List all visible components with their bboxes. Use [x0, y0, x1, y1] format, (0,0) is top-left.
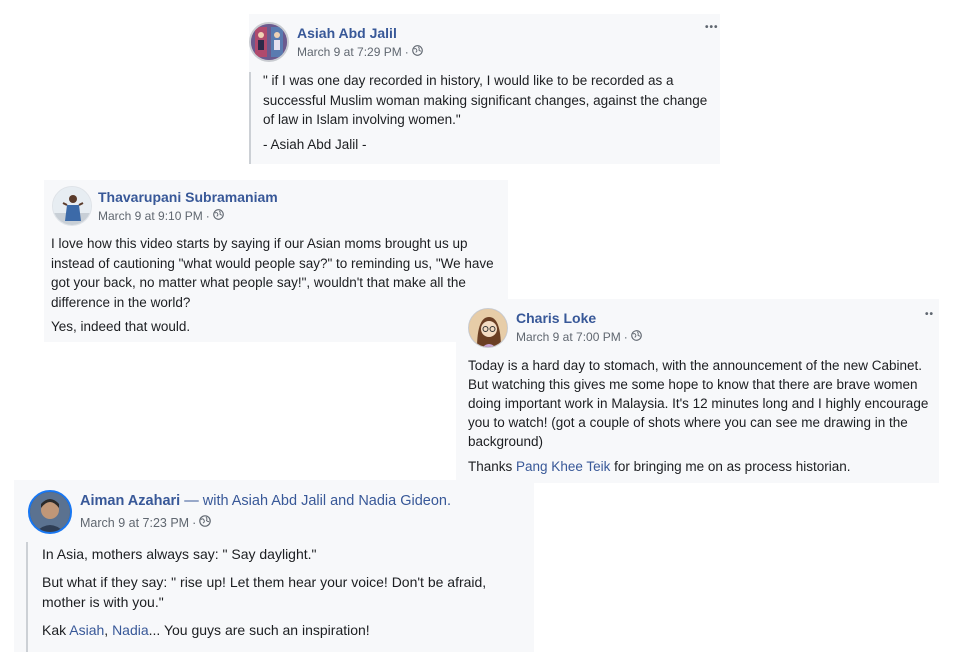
post-meta: March 9 at 7:29 PM · [297, 45, 423, 59]
kak-text: Kak [42, 622, 70, 638]
author-avatar[interactable] [249, 22, 289, 62]
post-text: I love how this video starts by saying i… [51, 234, 494, 337]
followup-text: Yes, indeed that would. [51, 319, 191, 334]
author-avatar[interactable] [28, 490, 72, 534]
period: . [447, 493, 452, 509]
with-text: — with [180, 493, 232, 509]
timestamp[interactable]: March 9 at 7:23 PM [80, 516, 189, 530]
author-name[interactable]: Charis Loke [516, 310, 596, 326]
post-card: Aiman Azahari — with Asiah Abd Jalil and… [14, 480, 534, 652]
author-name[interactable]: Asiah Abd Jalil [297, 25, 397, 41]
text-line: successful Muslim woman making significa… [263, 92, 708, 108]
author-avatar[interactable] [52, 186, 92, 226]
post-meta: March 9 at 7:00 PM · [516, 330, 642, 344]
text-line: got your back, no matter what people say… [51, 275, 466, 290]
post-text: Today is a hard day to stomach, with the… [468, 356, 928, 476]
mention-link[interactable]: Pang Khee Teik [516, 459, 610, 474]
globe-icon[interactable] [212, 209, 224, 223]
post-card: Asiah Abd Jalil March 9 at 7:29 PM · •••… [249, 14, 720, 164]
text-line: doing important work in Malaysia. It's 1… [468, 396, 929, 411]
text-line: But watching this gives me some hope to … [468, 377, 918, 392]
tagged-user[interactable]: Nadia Gideon [358, 493, 447, 509]
text-line: of law in Islam involving women." [263, 112, 461, 127]
globe-icon[interactable] [411, 45, 423, 59]
profile-photo-icon [53, 187, 91, 225]
globe-icon[interactable] [630, 330, 642, 344]
text-line: background) [468, 434, 544, 449]
separator: · [404, 45, 409, 59]
comma: , [104, 622, 113, 638]
text-line: mother is with you." [42, 594, 164, 610]
more-options-button[interactable]: •• [925, 309, 934, 320]
text-line: I love how this video starts by saying i… [51, 236, 468, 251]
text-line: instead of cautioning "what would people… [51, 255, 494, 271]
text-line: But what if they say: " rise up! Let the… [42, 574, 487, 590]
quote-border [26, 542, 28, 652]
post-text: In Asia, mothers always say: " Say dayli… [42, 544, 486, 640]
mention-link[interactable]: Asiah [69, 622, 104, 638]
text-line: In Asia, mothers always say: " Say dayli… [42, 546, 317, 562]
separator: · [192, 515, 197, 530]
post-card: Thavarupani Subramaniam March 9 at 9:10 … [44, 180, 508, 342]
thanks-suffix: for bringing me on as process historian. [610, 459, 851, 474]
separator: · [623, 330, 628, 344]
more-options-button[interactable]: ••• [705, 22, 719, 33]
globe-icon[interactable] [199, 515, 212, 530]
separator: · [205, 209, 210, 223]
text-line: difference in the world? [51, 294, 191, 310]
text-line: you to watch! (got a couple of shots whe… [468, 415, 908, 430]
author-name[interactable]: Aiman Azahari [80, 493, 180, 509]
post-header: Aiman Azahari — with Asiah Abd Jalil and… [80, 493, 451, 509]
profile-photo-icon [251, 24, 287, 60]
text-line: Today is a hard day to stomach, with the… [468, 358, 923, 373]
post-meta: March 9 at 7:23 PM · [80, 515, 212, 530]
profile-photo-icon [469, 309, 507, 347]
tagged-user[interactable]: Asiah Abd Jalil [232, 493, 326, 509]
quote-border [249, 72, 251, 164]
closing-text: ... You guys are such an inspiration! [148, 622, 370, 638]
thanks-line: Thanks Pang Khee Teik for bringing me on… [468, 457, 928, 476]
author-avatar[interactable] [468, 308, 508, 348]
timestamp[interactable]: March 9 at 7:00 PM [516, 330, 621, 344]
author-name[interactable]: Thavarupani Subramaniam [98, 189, 278, 205]
profile-photo-icon [30, 492, 70, 532]
timestamp[interactable]: March 9 at 7:29 PM [297, 45, 402, 59]
post-meta: March 9 at 9:10 PM · [98, 209, 224, 223]
signature: - Asiah Abd Jalil - [263, 136, 367, 152]
text-line: " if I was one day recorded in history, … [263, 73, 674, 88]
timestamp[interactable]: March 9 at 9:10 PM [98, 209, 203, 223]
closing-line: Kak Asiah, Nadia... You guys are such an… [42, 620, 486, 640]
thanks-prefix: Thanks [468, 459, 517, 474]
post-text: " if I was one day recorded in history, … [263, 71, 707, 154]
post-card: Charis Loke March 9 at 7:00 PM · •• Toda… [456, 299, 939, 483]
and-text: and [326, 493, 359, 509]
mention-link[interactable]: Nadia [112, 622, 149, 638]
